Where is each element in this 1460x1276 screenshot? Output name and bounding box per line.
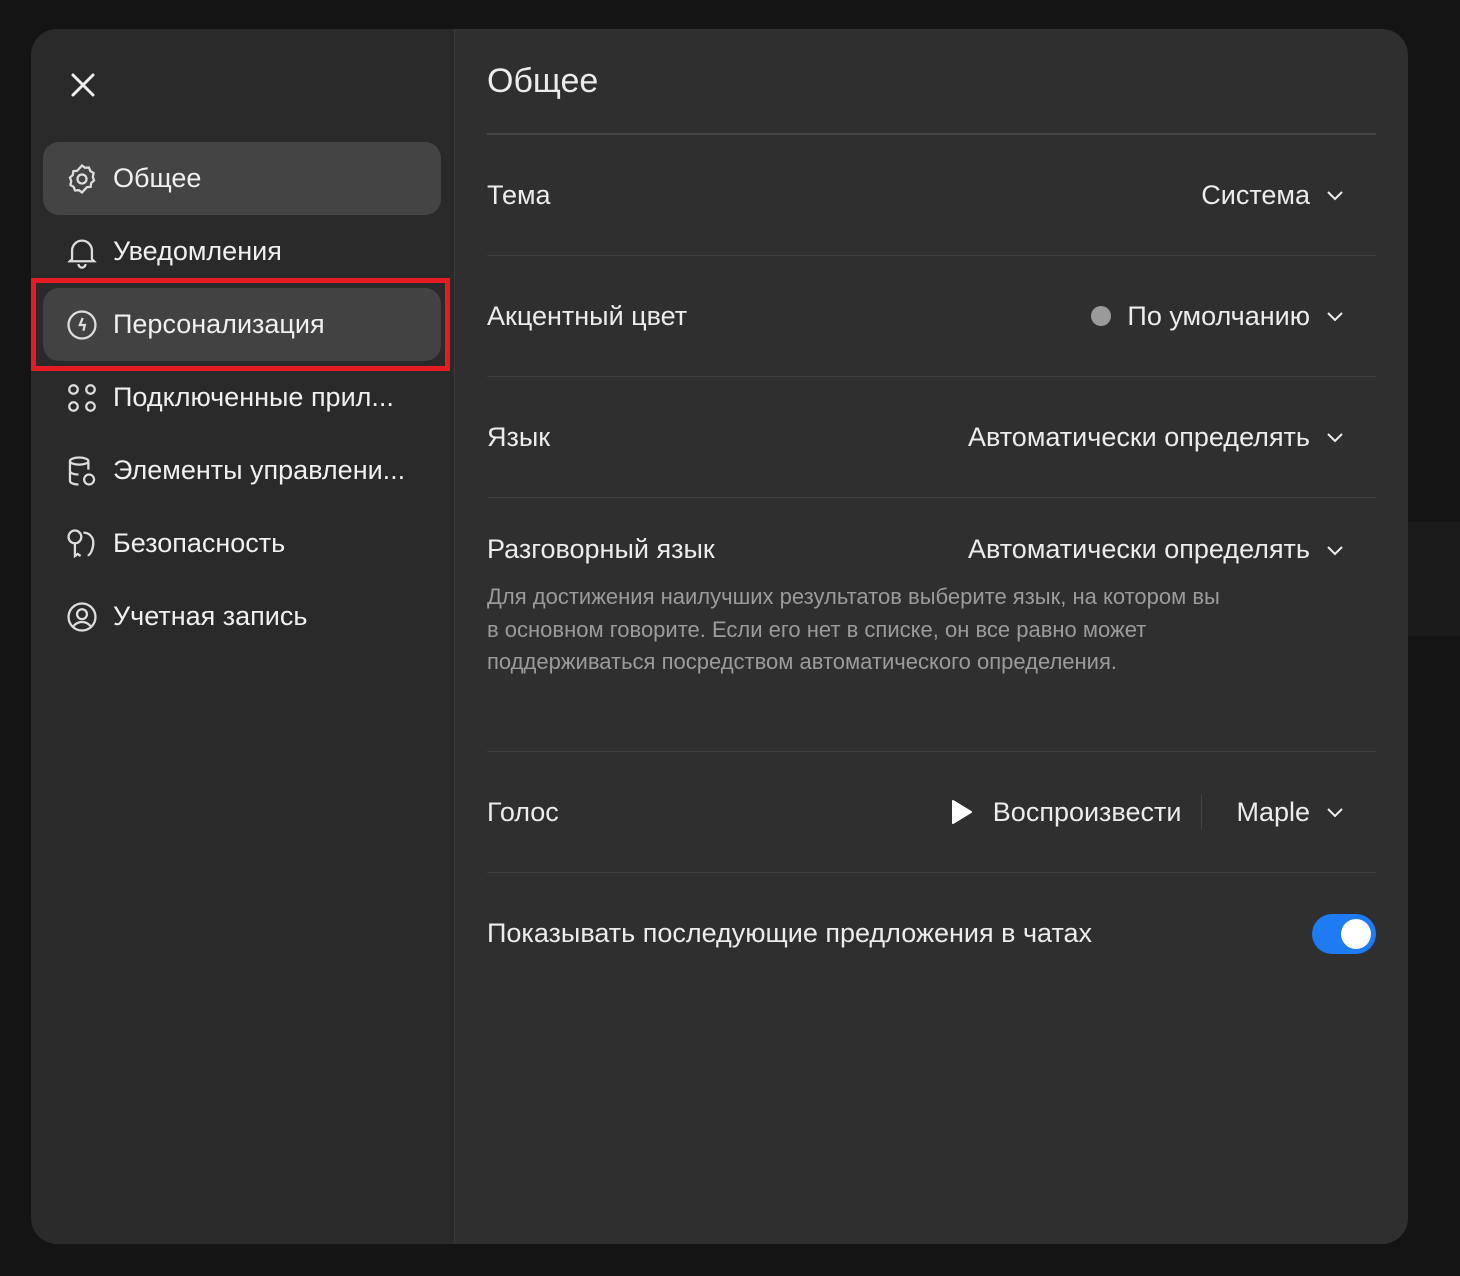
settings-sidebar: Общее Уведомления Персонализация Подключ… — [31, 29, 455, 1244]
sidebar-item-label: Элементы управлени... — [113, 455, 406, 485]
theme-value: Система — [1201, 179, 1310, 210]
close-icon[interactable] — [67, 69, 99, 101]
chevron-down-icon — [1327, 312, 1343, 322]
language-dropdown[interactable]: Автоматически определять — [968, 422, 1376, 453]
accent-dropdown[interactable]: По умолчанию — [1091, 301, 1376, 332]
followups-toggle[interactable] — [1312, 913, 1376, 954]
followups-label: Показывать последующие предложения в чат… — [487, 918, 1093, 948]
chevron-down-icon — [1327, 433, 1343, 443]
accent-label: Акцентный цвет — [487, 300, 688, 331]
play-icon — [951, 800, 972, 824]
spoken-language-label: Разговорный язык — [487, 534, 715, 564]
background-strip — [1408, 522, 1460, 636]
database-gear-icon — [68, 455, 96, 486]
play-voice-button[interactable]: Воспроизвести — [951, 796, 1182, 828]
accent-row: Акцентный цвет По умолчанию — [487, 256, 1376, 377]
chevron-down-icon — [1327, 545, 1343, 555]
gear-icon — [68, 163, 96, 194]
voice-value: Maple — [1236, 796, 1310, 827]
followups-row: Показывать последующие предложения в чат… — [487, 873, 1376, 994]
spoken-language-description: Для достижения наилучших результатов выб… — [487, 584, 1220, 674]
sidebar-item-general[interactable]: Общее — [43, 142, 441, 215]
sidebar-item-label: Безопасность — [113, 528, 286, 558]
theme-dropdown[interactable]: Система — [1201, 180, 1376, 211]
sidebar-item-label: Учетная запись — [113, 601, 308, 631]
personalization-icon — [67, 309, 97, 340]
divider — [1201, 795, 1203, 829]
accent-value: По умолчанию — [1127, 300, 1310, 331]
sidebar-item-label: Подключенные прил... — [113, 382, 394, 412]
sidebar-item-label: Общее — [113, 163, 202, 193]
sidebar-item-label: Уведомления — [113, 236, 282, 266]
theme-label: Тема — [487, 179, 551, 210]
bell-icon — [67, 239, 97, 269]
sidebar-item-account[interactable]: Учетная запись — [43, 580, 441, 653]
user-circle-icon — [67, 601, 97, 632]
apps-icon — [68, 383, 96, 412]
play-label: Воспроизвести — [992, 796, 1182, 827]
voice-dropdown[interactable]: Maple — [1222, 797, 1346, 828]
spoken-language-value: Автоматически определять — [967, 534, 1310, 564]
accent-color-dot — [1091, 306, 1112, 326]
settings-content: Общее Тема Система Акцентный цвет По умо… — [455, 29, 1408, 1244]
voice-label: Голос — [487, 796, 559, 827]
sidebar-item-label: Персонализация — [113, 309, 325, 339]
key-icon — [67, 528, 95, 558]
sidebar-item-security[interactable]: Безопасность — [43, 507, 441, 580]
settings-dialog: Общее Уведомления Персонализация Подключ… — [31, 29, 1408, 1244]
language-value: Автоматически определять — [967, 421, 1310, 452]
sidebar-item-personalization[interactable]: Персонализация — [31, 278, 450, 371]
sidebar-item-connected-apps[interactable]: Подключенные прил... — [43, 361, 441, 434]
chevron-down-icon — [1327, 191, 1343, 201]
spoken-language-dropdown[interactable]: Автоматически определять — [968, 534, 1376, 565]
language-row: Язык Автоматически определять — [487, 377, 1376, 498]
sidebar-item-data-controls[interactable]: Элементы управлени... — [43, 434, 441, 507]
spoken-language-row: Разговорный язык Автоматически определят… — [487, 498, 1376, 752]
theme-row: Тема Система — [487, 135, 1376, 256]
page-title: Общее — [487, 29, 1376, 135]
language-label: Язык — [487, 421, 551, 452]
voice-row: Голос Воспроизвести Maple — [487, 752, 1376, 873]
chevron-down-icon — [1327, 808, 1343, 818]
